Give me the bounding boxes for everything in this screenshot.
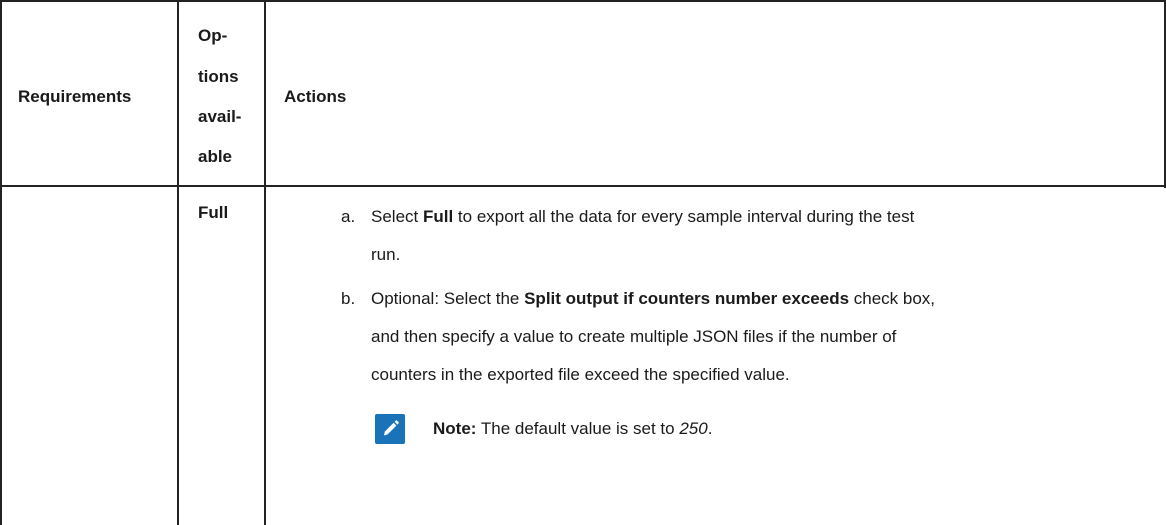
step-b-line-2: and then specify a value to create multi… <box>371 327 897 346</box>
step-a-bold: Full <box>422 207 454 226</box>
note-end: . <box>707 419 713 438</box>
header-actions: Actions <box>284 87 347 106</box>
header-requirements: Requirements <box>18 87 132 106</box>
options-table: Requirements Op- tions avail- able Actio… <box>0 0 1166 525</box>
step-b-pre: Optional: Select the <box>371 289 525 308</box>
step-a-pre: Select <box>371 207 423 226</box>
pencil-icon <box>375 414 405 444</box>
step-b-post: check box, <box>849 289 936 308</box>
row-option-full: Full <box>198 203 229 222</box>
action-step-b: b. Optional: Select the Split output if … <box>341 282 1141 392</box>
column-divider-2 <box>264 0 266 525</box>
step-a-post: to export all the data for every sample … <box>453 207 915 226</box>
header-options-line-1: Op- <box>198 26 228 45</box>
note-value: 250 <box>679 419 708 438</box>
table-left-border <box>0 0 2 525</box>
step-b-bold: Split output if counters number exceeds <box>524 289 850 308</box>
table-top-border <box>0 0 1166 2</box>
header-options-line-4: able <box>198 147 233 166</box>
header-options-line-3: avail- <box>198 107 242 126</box>
step-a-line-1: Select Full to export all the data for e… <box>371 200 1141 234</box>
note-callout: Note: The default value is set to 250. <box>375 412 1135 446</box>
action-step-a: a. Select Full to export all the data fo… <box>341 200 1141 272</box>
note-label: Note: <box>433 419 477 438</box>
step-a-line-2: run. <box>371 245 401 264</box>
header-divider <box>0 185 1166 187</box>
note-body: The default value is set to <box>476 419 680 438</box>
step-b-line-3: counters in the exported file exceed the… <box>371 365 790 384</box>
header-options-line-2: tions <box>198 67 239 86</box>
step-b-line-1: Optional: Select the Split output if cou… <box>371 282 1141 316</box>
column-divider-1 <box>177 0 179 525</box>
step-b-marker: b. <box>341 289 356 308</box>
note-text: Note: The default value is set to 250. <box>433 412 712 446</box>
step-a-marker: a. <box>341 207 356 226</box>
